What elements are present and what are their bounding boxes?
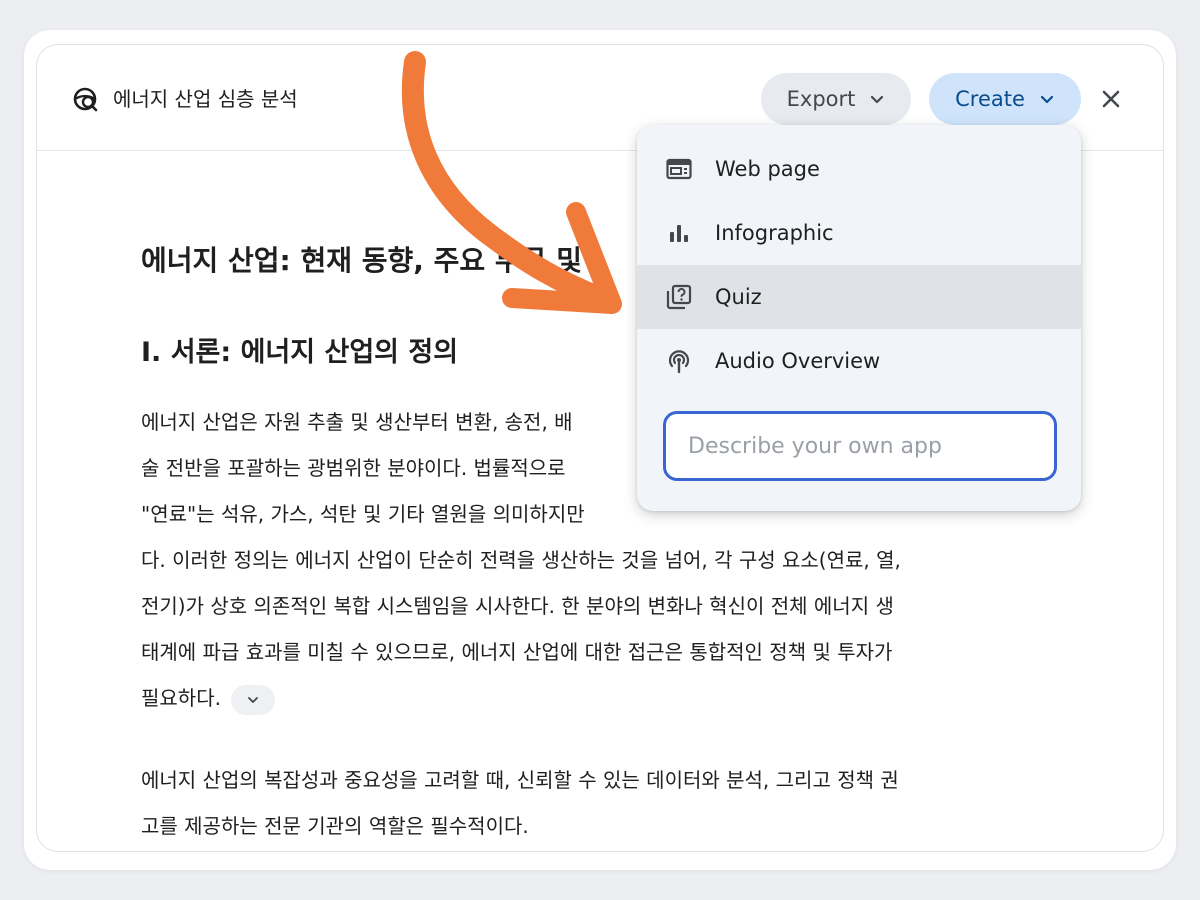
close-icon[interactable] [1097,85,1125,113]
paragraph-line: 태계에 파급 효과를 미칠 수 있으므로, 에너지 산업에 대한 접근은 통합적… [141,640,893,664]
menu-item-label: Infographic [715,221,834,245]
menu-item-label: Audio Overview [715,349,881,373]
paragraph-2: 에너지 산업의 복잡성과 중요성을 고려할 때, 신뢰할 수 있는 데이터와 분… [141,757,1031,849]
chevron-down-icon [871,95,884,104]
chevron-down-icon [1040,95,1053,104]
create-button[interactable]: Create [929,73,1081,125]
paragraph-line: 전기)가 상호 의존적인 복합 시스템임을 시사한다. 한 분야의 변화나 혁신… [141,594,894,618]
document-heading: 에너지 산업: 현재 동향, 주요 부문 및 [141,244,582,277]
menu-item-web-page[interactable]: Web page [637,137,1081,201]
menu-item-audio-overview[interactable]: Audio Overview [637,329,1081,393]
section-heading: I. 서론: 에너지 산업의 정의 [141,337,459,368]
document-title: 에너지 산업 심층 분석 [113,87,298,111]
create-dropdown-menu: Web page Infographic Quiz Audio Overview… [637,125,1081,511]
paragraph-line: 필요하다. [141,686,221,710]
web-page-icon [665,155,693,183]
bar-chart-icon [665,219,693,247]
quiz-icon [665,283,693,311]
chevron-down-icon [248,696,259,703]
podcast-icon [665,347,693,375]
export-button-label: Export [786,87,856,111]
describe-app-input[interactable] [663,411,1057,481]
menu-item-infographic[interactable]: Infographic [637,201,1081,265]
expand-citation-button[interactable] [231,684,276,715]
export-button[interactable]: Export [761,73,911,125]
paragraph-line: 에너지 산업의 복잡성과 중요성을 고려할 때, 신뢰할 수 있는 데이터와 분… [141,768,899,792]
document-panel: 에너지 산업 심층 분석 Export Create 에너지 산업: 현재 동향… [36,44,1164,852]
menu-item-label: Web page [715,157,820,181]
paragraph-last-line: 필요하다. [141,675,1031,721]
paragraph-line: 다. 이러한 정의는 에너지 산업이 단순히 전력을 생산하는 것을 넘어, 각… [141,548,901,572]
paragraph-line: 고를 제공하는 전문 기관의 역할은 필수적이다. [141,814,529,838]
menu-item-label: Quiz [715,285,762,309]
deep-research-icon [73,87,98,112]
menu-item-quiz[interactable]: Quiz [637,265,1081,329]
create-button-label: Create [955,87,1025,111]
